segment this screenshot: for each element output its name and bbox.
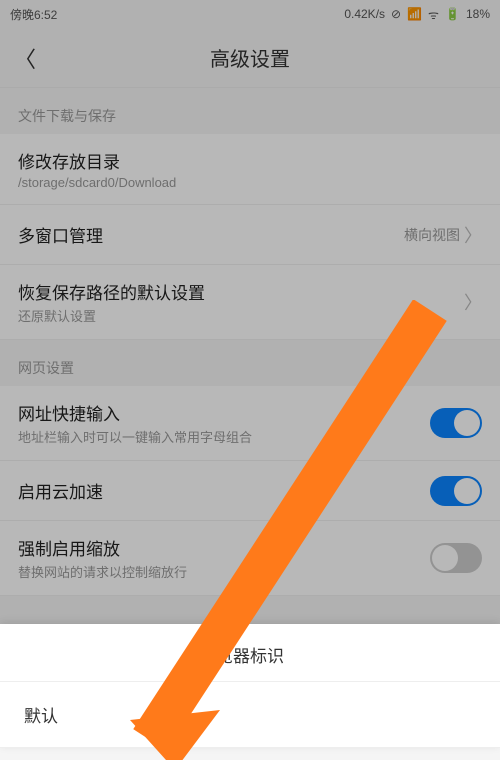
row-main: 恢复保存路径的默认设置 还原默认设置 xyxy=(18,279,464,325)
row-value: 横向视图 xyxy=(404,225,460,245)
status-time: 傍晚6:52 xyxy=(10,6,344,23)
row-main: 强制启用缩放 替换网站的请求以控制缩放行 xyxy=(18,535,430,581)
row-title: 网址快捷输入 xyxy=(18,400,430,425)
chevron-right-icon: 〉 xyxy=(464,222,482,248)
row-storage-dir[interactable]: 修改存放目录 /storage/sdcard0/Download xyxy=(0,134,500,205)
row-subtitle: 还原默认设置 xyxy=(18,306,464,325)
wifi-icon: ᯤ xyxy=(428,6,439,23)
sheet-title: 览器标识 xyxy=(0,624,500,682)
row-title: 修改存放目录 xyxy=(18,148,482,173)
row-main: 多窗口管理 xyxy=(18,222,404,247)
page-title: 高级设置 xyxy=(210,43,290,72)
row-title: 恢复保存路径的默认设置 xyxy=(18,279,464,304)
toggle-quickinput[interactable] xyxy=(430,408,482,438)
battery-icon: 🔋 xyxy=(445,7,460,21)
row-main: 修改存放目录 /storage/sdcard0/Download xyxy=(18,148,482,190)
back-button[interactable]: 〈 xyxy=(0,28,50,88)
row-force-zoom[interactable]: 强制启用缩放 替换网站的请求以控制缩放行 xyxy=(0,521,500,596)
row-url-quickinput[interactable]: 网址快捷输入 地址栏输入时可以一键输入常用字母组合 xyxy=(0,386,500,461)
sheet-option-default[interactable]: 默认 xyxy=(0,682,500,748)
status-bar: 傍晚6:52 0.42K/s ⊘ 📶 ᯤ 🔋 18% xyxy=(0,0,500,28)
toggle-knob xyxy=(454,478,480,504)
toggle-knob xyxy=(454,410,480,436)
row-main: 网址快捷输入 地址栏输入时可以一键输入常用字母组合 xyxy=(18,400,430,446)
row-multiwindow[interactable]: 多窗口管理 横向视图 〉 xyxy=(0,205,500,265)
status-right: 0.42K/s ⊘ 📶 ᯤ 🔋 18% xyxy=(344,6,490,23)
row-title: 多窗口管理 xyxy=(18,222,404,247)
row-subtitle: 替换网站的请求以控制缩放行 xyxy=(18,562,430,581)
status-speed: 0.42K/s xyxy=(344,7,385,21)
toggle-knob xyxy=(432,545,458,571)
row-subtitle: 地址栏输入时可以一键输入常用字母组合 xyxy=(18,427,430,446)
signal-icon: 📶 xyxy=(407,7,422,21)
status-battery: 18% xyxy=(466,7,490,21)
no-sound-icon: ⊘ xyxy=(391,7,401,21)
row-cloud-accel[interactable]: 启用云加速 xyxy=(0,461,500,521)
section-header-web: 网页设置 xyxy=(0,340,500,386)
row-main: 启用云加速 xyxy=(18,478,430,503)
chevron-right-icon: 〉 xyxy=(464,289,482,315)
header: 〈 高级设置 xyxy=(0,28,500,88)
row-title: 强制启用缩放 xyxy=(18,535,430,560)
row-restore-default[interactable]: 恢复保存路径的默认设置 还原默认设置 〉 xyxy=(0,265,500,340)
toggle-cloud[interactable] xyxy=(430,476,482,506)
row-subtitle: /storage/sdcard0/Download xyxy=(18,175,482,190)
action-sheet: 览器标识 默认 xyxy=(0,624,500,748)
row-title: 启用云加速 xyxy=(18,478,430,503)
section-header-download: 文件下载与保存 xyxy=(0,88,500,134)
chevron-left-icon: 〈 xyxy=(14,42,36,74)
toggle-zoom[interactable] xyxy=(430,543,482,573)
